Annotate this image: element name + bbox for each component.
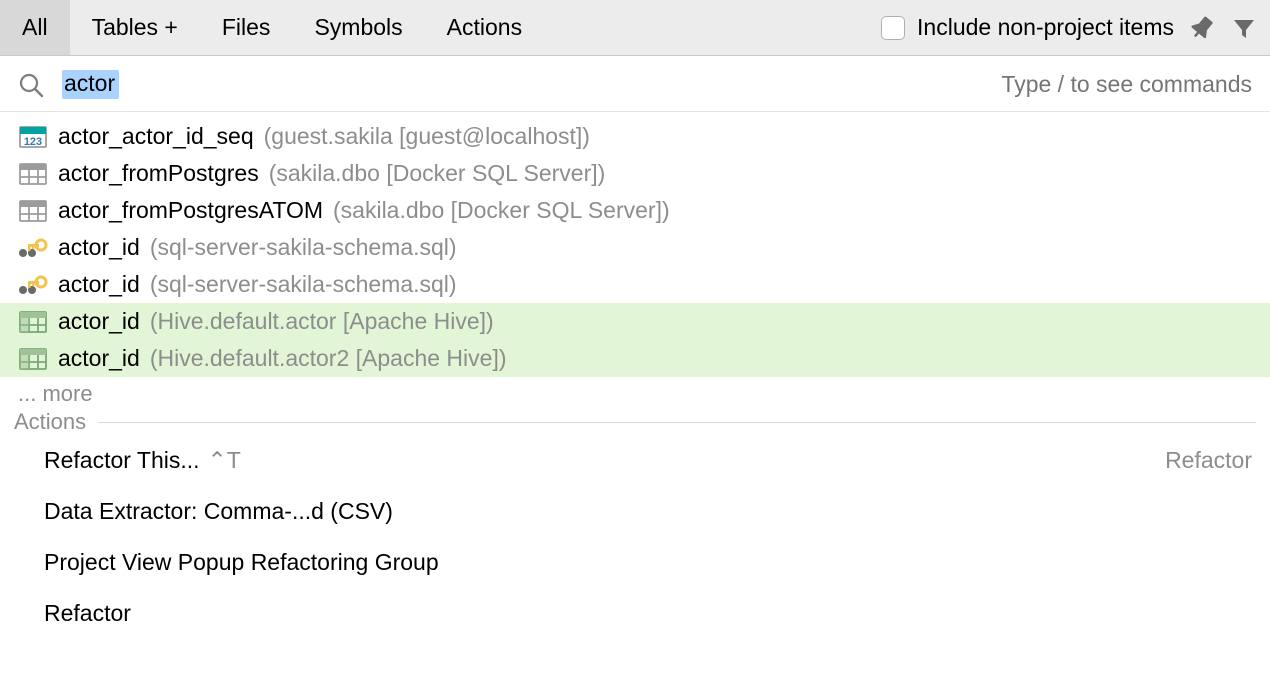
search-input[interactable]: actor — [62, 70, 119, 99]
tab-files[interactable]: Files — [200, 0, 293, 55]
result-location: (sql-server-sakila-schema.sql) — [150, 271, 457, 298]
result-location: (sakila.dbo [Docker SQL Server]) — [333, 197, 670, 224]
action-row[interactable]: Project View Popup Refactoring Group — [0, 537, 1270, 588]
results-list: 123 actor_actor_id_seq (guest.sakila [gue… — [0, 112, 1270, 377]
tab-tables[interactable]: Tables + — [70, 0, 200, 55]
pin-icon[interactable] — [1188, 14, 1216, 42]
hivecol-icon — [18, 310, 48, 334]
action-row[interactable]: Data Extractor: Comma-...d (CSV) — [0, 486, 1270, 537]
actions-section-label: Actions — [14, 409, 86, 435]
actions-section-header: Actions — [0, 407, 1270, 435]
result-name: actor_id — [58, 234, 140, 261]
table-icon — [18, 162, 48, 186]
action-row[interactable]: Refactor — [0, 588, 1270, 639]
result-name: actor_fromPostgresATOM — [58, 197, 323, 224]
result-row[interactable]: actor_fromPostgresATOM (sakila.dbo [Docke… — [0, 192, 1270, 229]
result-row[interactable]: actor_id (sql-server-sakila-schema.sql) — [0, 229, 1270, 266]
checkbox-icon — [881, 16, 905, 40]
svg-text:123: 123 — [24, 136, 42, 148]
result-location: (sql-server-sakila-schema.sql) — [150, 234, 457, 261]
result-row[interactable]: actor_id (Hive.default.actor [Apache Hive… — [0, 303, 1270, 340]
result-name: actor_id — [58, 271, 140, 298]
tab-actions[interactable]: Actions — [425, 0, 544, 55]
more-results-link[interactable]: ... more — [0, 377, 1270, 407]
result-name: actor_id — [58, 345, 140, 372]
action-label: Refactor This... — [44, 447, 200, 474]
result-row[interactable]: 123 actor_actor_id_seq (guest.sakila [gue… — [0, 118, 1270, 155]
result-row[interactable]: actor_id (Hive.default.actor2 [Apache Hiv… — [0, 340, 1270, 377]
key-icon — [18, 273, 48, 297]
search-icon — [18, 72, 44, 98]
action-row[interactable]: Refactor This... ⌃T Refactor — [0, 435, 1270, 486]
filter-icon[interactable] — [1230, 14, 1258, 42]
include-non-project-label: Include non-project items — [917, 14, 1174, 41]
table-icon — [18, 199, 48, 223]
action-shortcut: ⌃T — [208, 447, 241, 474]
sequence-icon: 123 — [18, 125, 48, 149]
actions-list: Refactor This... ⌃T Refactor Data Extractor… — [0, 435, 1270, 639]
include-non-project-checkbox[interactable]: Include non-project items — [881, 14, 1174, 41]
result-name: actor_id — [58, 308, 140, 335]
tab-all[interactable]: All — [0, 0, 70, 55]
tab-symbols[interactable]: Symbols — [292, 0, 424, 55]
result-row[interactable]: actor_id (sql-server-sakila-schema.sql) — [0, 266, 1270, 303]
key-icon — [18, 236, 48, 260]
action-category: Refactor — [1165, 447, 1252, 474]
result-name: actor_actor_id_seq — [58, 123, 254, 150]
action-label: Refactor — [44, 600, 131, 627]
hivecol-icon — [18, 347, 48, 371]
result-location: (Hive.default.actor2 [Apache Hive]) — [150, 345, 507, 372]
tabs: All Tables + Files Symbols Actions — [0, 0, 544, 55]
action-label: Project View Popup Refactoring Group — [44, 549, 439, 576]
tabs-right: Include non-project items — [881, 14, 1270, 42]
tabs-bar: All Tables + Files Symbols Actions Inclu… — [0, 0, 1270, 56]
result-name: actor_fromPostgres — [58, 160, 259, 187]
result-row[interactable]: actor_fromPostgres (sakila.dbo [Docker SQ… — [0, 155, 1270, 192]
action-label: Data Extractor: Comma-...d (CSV) — [44, 498, 393, 525]
search-hint: Type / to see commands — [1001, 71, 1252, 98]
divider — [98, 422, 1256, 423]
result-location: (Hive.default.actor [Apache Hive]) — [150, 308, 494, 335]
result-location: (sakila.dbo [Docker SQL Server]) — [269, 160, 606, 187]
search-row: actor Type / to see commands — [0, 56, 1270, 112]
result-location: (guest.sakila [guest@localhost]) — [264, 123, 590, 150]
